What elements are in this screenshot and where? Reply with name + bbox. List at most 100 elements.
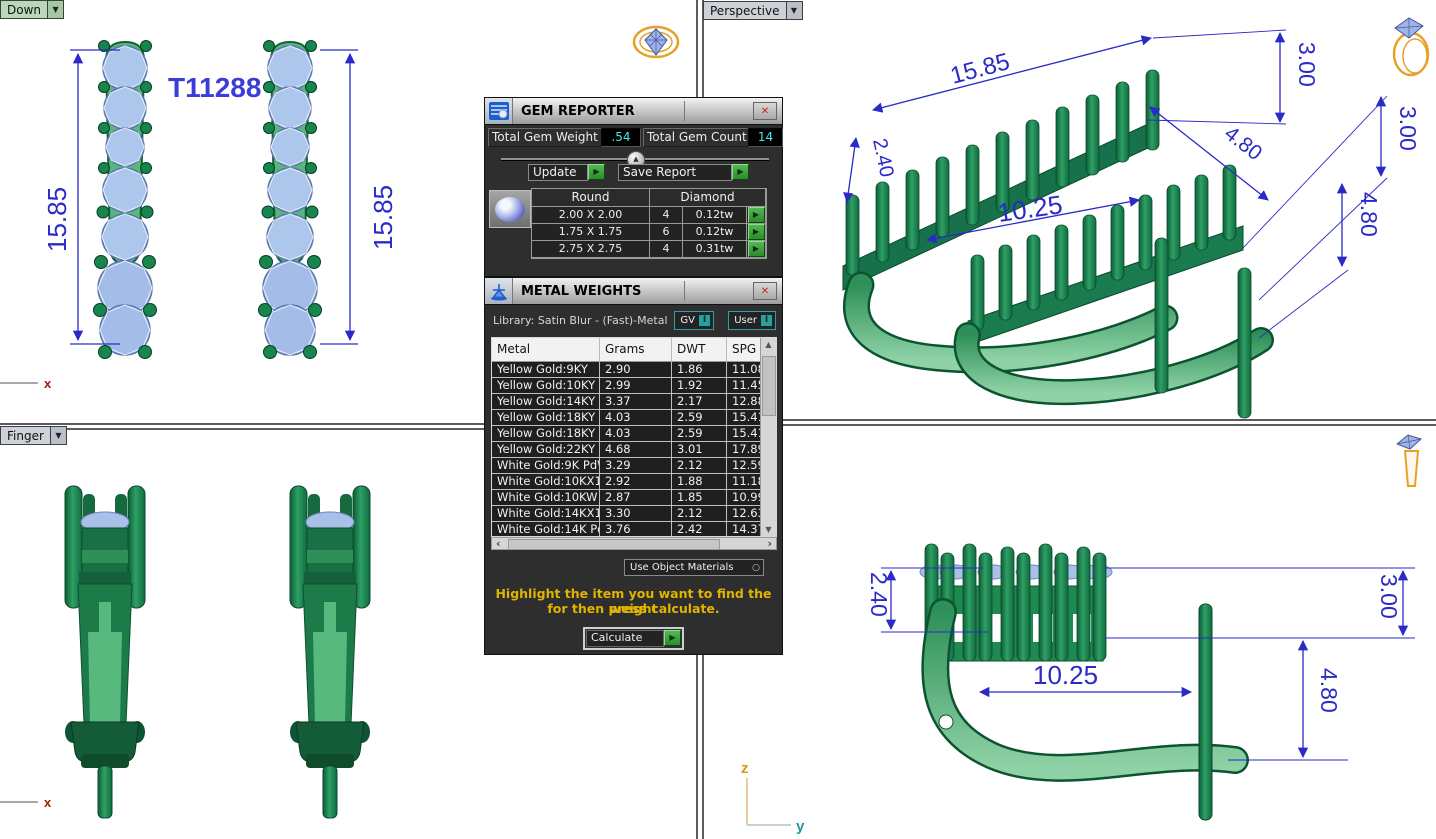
metal-cell[interactable]: White Gold:14KX1 (492, 506, 600, 522)
grams-cell[interactable]: 3.29 (600, 458, 672, 474)
viewport-tab-finger[interactable]: Finger ▼ (0, 426, 67, 445)
viewport-perspective-canvas[interactable]: 15.85 2.40 10.25 4.80 3.00 3.00 4.80 (703, 0, 1436, 419)
dwt-cell[interactable]: 2.59 (672, 410, 727, 426)
dimension-label: 3.00 (1294, 42, 1320, 87)
play-icon[interactable]: ▶ (664, 630, 681, 646)
grams-cell[interactable]: 4.68 (600, 442, 672, 458)
play-icon[interactable]: ▶ (732, 164, 749, 180)
scrollbar-thumb[interactable] (508, 539, 720, 550)
grams-cell[interactable]: 2.90 (600, 362, 672, 378)
metal-cell[interactable]: Yellow Gold:10KY (492, 378, 600, 394)
user-toggle-label[interactable]: User (734, 315, 757, 326)
horizontal-scrollbar[interactable]: ‹ › (491, 537, 777, 550)
grams-cell[interactable]: 4.03 (600, 426, 672, 442)
gem-weight-cell: 0.12tw (683, 207, 747, 224)
grams-cell[interactable]: 4.03 (600, 410, 672, 426)
scroll-down-icon[interactable]: ▼ (761, 525, 776, 534)
earring-post[interactable] (1199, 604, 1212, 820)
update-button[interactable]: Update ▶ (528, 164, 605, 181)
play-icon[interactable]: ▶ (748, 241, 765, 257)
earring-side-view-right[interactable] (290, 486, 370, 818)
grams-cell[interactable]: 2.92 (600, 474, 672, 490)
user-toggle-button[interactable]: User I (728, 311, 776, 330)
extension-lines (1148, 30, 1387, 338)
metal-cell[interactable]: Yellow Gold:22KY (492, 442, 600, 458)
gv-toggle-button[interactable]: GV I (674, 311, 714, 330)
metal-cell[interactable]: White Gold:14K PdW (492, 522, 600, 537)
scroll-up-icon[interactable]: ▲ (761, 340, 776, 349)
scroll-left-icon[interactable]: ‹ (496, 537, 501, 550)
metal-cell[interactable]: White Gold:10KX1 (492, 474, 600, 490)
dwt-cell[interactable]: 2.12 (672, 506, 727, 522)
total-gem-count-label: Total Gem Count (643, 128, 751, 147)
update-button-label[interactable]: Update (528, 164, 588, 181)
earring-side-view-left[interactable] (65, 486, 145, 818)
use-object-materials-toggle[interactable]: Use Object Materials ○ (624, 559, 764, 576)
close-icon[interactable]: ✕ (753, 102, 777, 120)
chevron-down-icon[interactable]: ▼ (47, 0, 64, 19)
earring-post[interactable] (1238, 268, 1251, 418)
play-icon[interactable]: ▶ (588, 164, 605, 180)
metal-cell[interactable]: Yellow Gold:14KY (492, 394, 600, 410)
save-report-button[interactable]: Save Report ▶ (618, 164, 749, 181)
earring-top-view-right[interactable] (259, 41, 322, 359)
calculate-button[interactable]: Calculate ▶ (583, 627, 684, 650)
viewport-divider-horizontal-right[interactable] (702, 419, 1436, 426)
close-icon[interactable]: ✕ (753, 282, 777, 300)
earring-top-view-left[interactable] (94, 41, 157, 359)
dimension-label: 4.80 (1220, 122, 1266, 165)
metal-cell[interactable]: Yellow Gold:18KY R... (492, 426, 600, 442)
grams-cell[interactable]: 2.87 (600, 490, 672, 506)
dwt-cell[interactable]: 1.85 (672, 490, 727, 506)
dwt-cell[interactable]: 1.88 (672, 474, 727, 490)
dwt-cell[interactable]: 2.12 (672, 458, 727, 474)
dwt-cell[interactable]: 1.86 (672, 362, 727, 378)
gv-toggle-label[interactable]: GV (680, 315, 695, 326)
chevron-down-icon[interactable]: ▼ (50, 426, 67, 445)
viewport-tab-label[interactable]: Finger (0, 426, 50, 445)
gem-row-action: ▶ (747, 241, 766, 258)
metal-cell[interactable]: Yellow Gold:18KY (492, 410, 600, 426)
gem-weight-cell: 0.31tw (683, 241, 747, 258)
column-header[interactable]: Grams (600, 338, 672, 362)
toggle-indicator-icon[interactable]: I (761, 315, 772, 326)
earring-post[interactable] (1155, 238, 1168, 393)
use-object-materials-label[interactable]: Use Object Materials (630, 562, 733, 573)
viewport-tab-label[interactable]: Down (0, 0, 47, 19)
viewport-tab-label[interactable]: Perspective (703, 1, 786, 20)
dwt-cell[interactable]: 3.01 (672, 442, 727, 458)
library-label: Library: Satin Blur - (Fast)-Metal (493, 314, 668, 327)
gem-thumbnail (489, 190, 531, 228)
dimension-label: 15.85 (42, 187, 72, 252)
viewport-tab-down[interactable]: Down ▼ (0, 0, 64, 19)
metal-cell[interactable]: White Gold:10KW (492, 490, 600, 506)
chevron-down-icon[interactable]: ▼ (786, 1, 803, 20)
dwt-cell[interactable]: 1.92 (672, 378, 727, 394)
grams-cell[interactable]: 2.99 (600, 378, 672, 394)
dwt-cell[interactable]: 2.42 (672, 522, 727, 537)
total-gem-weight-label: Total Gem Weight (488, 128, 603, 147)
column-header[interactable]: DWT (672, 338, 727, 362)
metal-weights-titlebar[interactable]: METAL WEIGHTS ✕ (485, 278, 782, 305)
vertical-scrollbar[interactable]: ▲ ▼ (760, 338, 776, 536)
grams-cell[interactable]: 3.37 (600, 394, 672, 410)
column-header[interactable]: Metal (492, 338, 600, 362)
radio-icon[interactable]: ○ (752, 563, 760, 573)
metal-cell[interactable]: Yellow Gold:9KY (492, 362, 600, 378)
scrollbar-thumb[interactable] (762, 356, 776, 416)
panel-title: GEM REPORTER (513, 98, 684, 124)
play-icon[interactable]: ▶ (748, 207, 765, 223)
grams-cell[interactable]: 3.30 (600, 506, 672, 522)
gem-reporter-titlebar[interactable]: GEM REPORTER ✕ (485, 98, 782, 125)
toggle-indicator-icon[interactable]: I (699, 315, 710, 326)
viewport-tab-perspective[interactable]: Perspective ▼ (703, 1, 803, 20)
calculate-button-label[interactable]: Calculate (586, 630, 664, 647)
save-report-button-label[interactable]: Save Report (618, 164, 732, 181)
dwt-cell[interactable]: 2.17 (672, 394, 727, 410)
scroll-right-icon[interactable]: › (767, 537, 772, 550)
grams-cell[interactable]: 3.76 (600, 522, 672, 537)
metal-cell[interactable]: White Gold:9K PdW (492, 458, 600, 474)
viewport-side-canvas[interactable]: 2.40 3.00 4.80 10.25 z y (703, 426, 1436, 839)
play-icon[interactable]: ▶ (748, 224, 765, 240)
dwt-cell[interactable]: 2.59 (672, 426, 727, 442)
